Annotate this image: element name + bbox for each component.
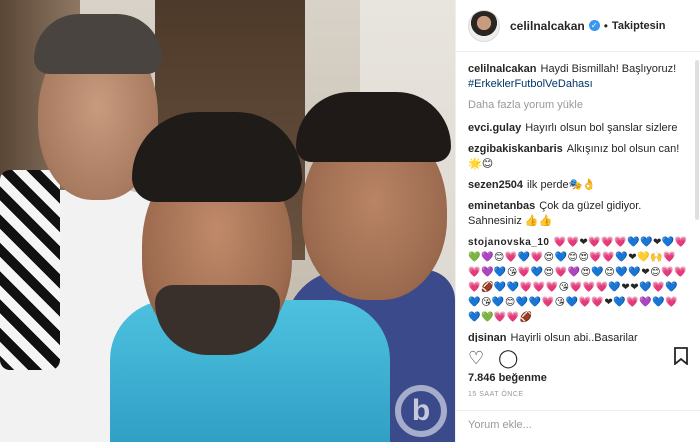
comment-username[interactable]: sezen2504 — [468, 179, 523, 191]
comment-item: eminetanbas Çok da güzel gidiyor. Sahnesi… — [468, 199, 688, 229]
comment-item: ezgibakiskanbaris Alkışınız bol olsun can… — [468, 142, 688, 172]
separator-dot: • — [603, 18, 608, 33]
heart-icon[interactable]: ♡ — [468, 348, 484, 369]
bookmark-icon[interactable] — [674, 346, 688, 370]
comment-item: sezen2504 ilk perde🎭👌 — [468, 178, 688, 193]
caption: celilnalcakan Haydi Bismillah! Başlıyoruz… — [468, 62, 688, 92]
person-center-hair — [132, 112, 302, 202]
post-actions: ♡ ◯ — [468, 346, 688, 370]
comments-scrollbar[interactable] — [695, 60, 699, 340]
comment-icon[interactable]: ◯ — [498, 348, 518, 369]
load-more-comments[interactable]: Daha fazla yorum yükle — [468, 98, 688, 113]
post-time: 15 SAAT ÖNCE — [468, 391, 524, 398]
follow-status-button[interactable]: Takiptesin — [612, 20, 666, 32]
post-side-panel: celilnalcakan ✓ • Takiptesin celilnalcak… — [455, 0, 700, 442]
scrollbar-thumb[interactable] — [695, 60, 699, 220]
comment-username[interactable]: eminetanbas — [468, 200, 535, 212]
verified-badge-icon: ✓ — [588, 20, 600, 31]
caption-username[interactable]: celilnalcakan — [468, 63, 537, 75]
caption-hashtag[interactable]: #ErkeklerFutbolVeDahası — [468, 78, 593, 90]
person-left-scarf — [0, 170, 60, 370]
comment-username[interactable]: ezgibakiskanbaris — [468, 143, 563, 155]
comment-text: Hayırlı olsun bol şanslar sizlere — [525, 122, 678, 134]
likes-count[interactable]: 7.846 beğenme — [468, 372, 547, 384]
add-comment-bar — [456, 410, 700, 442]
comments-list: celilnalcakan Haydi Bismillah! Başlıyoruz… — [456, 52, 700, 342]
post-header: celilnalcakan ✓ • Takiptesin — [456, 0, 700, 52]
comment-item: evci.gulay Hayırlı olsun bol şanslar sizl… — [468, 121, 688, 136]
comment-username[interactable]: djsinan — [468, 332, 507, 342]
comment-input[interactable] — [468, 419, 688, 431]
avatar[interactable] — [468, 9, 500, 42]
comment-username[interactable]: evci.gulay — [468, 122, 521, 134]
post-photo[interactable]: b — [0, 0, 455, 442]
comment-username[interactable]: stojanovska_10 — [468, 237, 550, 248]
comment-text: ilk perde🎭👌 — [527, 179, 597, 191]
person-right-hair — [296, 92, 451, 162]
comment-text: 💗💗❤💗💗💗💙💙❤💙💗💚💜😊💗💙💗😍💙😊😍💗💗💙❤💛🙌💗💗💜💙😘💗💙😍💗💜😍💙😊… — [468, 237, 688, 323]
watermark-logo: b — [395, 385, 447, 437]
person-left-hair — [34, 14, 162, 74]
caption-text: Haydi Bismillah! Başlıyoruz! — [540, 63, 677, 75]
header-username[interactable]: celilnalcakan — [510, 19, 585, 33]
comment-item: stojanovska_10 💗💗❤💗💗💗💙💙❤💙💗💚💜😊💗💙💗😍💙😊😍💗💗💙❤💛… — [468, 235, 688, 325]
comment-item: djsinanHayirli olsun abi..Basarilar dili… — [468, 331, 688, 342]
